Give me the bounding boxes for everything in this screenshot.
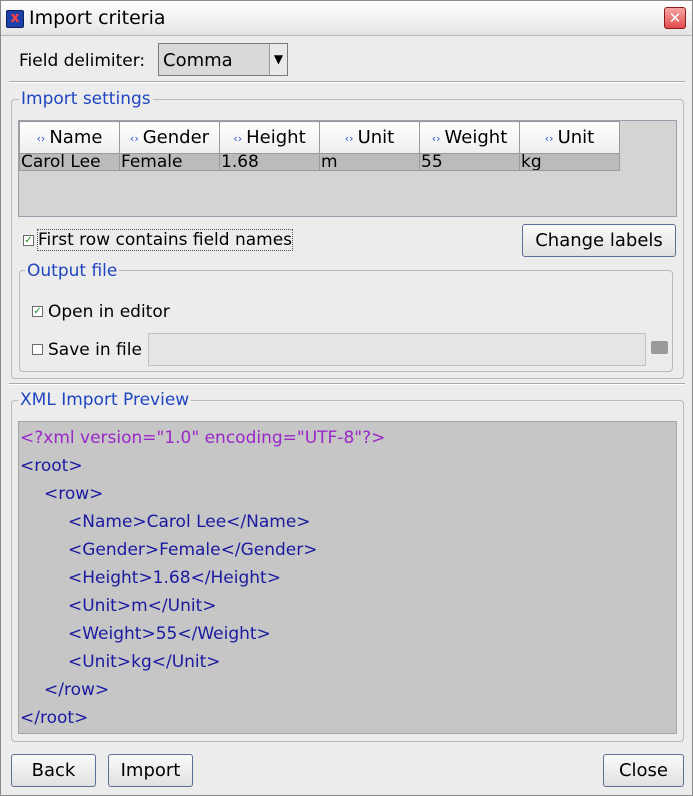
field-delimiter-value: Comma [163, 50, 233, 71]
sort-icon: ‹› [344, 131, 354, 145]
column-header-label: Gender [142, 127, 210, 148]
column-header-label: Unit [357, 127, 395, 148]
xml-line: <Unit>kg</Unit> [68, 652, 221, 672]
folder-icon[interactable] [651, 341, 668, 354]
title-bar[interactable]: x Import criteria ✕ [1, 1, 692, 36]
xml-line: <Gender>Female</Gender> [68, 540, 318, 560]
column-header[interactable]: ‹› Gender [119, 121, 220, 154]
column-header[interactable]: ‹› Height [219, 121, 320, 154]
xml-line: <Weight>55</Weight> [68, 624, 271, 644]
xml-line: <row> [44, 484, 104, 504]
table-row[interactable]: Carol Lee Female 1.68 m 55 kg [19, 153, 620, 171]
table-cell[interactable]: Female [119, 153, 220, 171]
column-header[interactable]: ‹› Name [19, 121, 120, 154]
open-in-editor-label[interactable]: Open in editor [48, 302, 170, 322]
change-labels-button[interactable]: Change labels [522, 224, 676, 257]
first-row-label[interactable]: First row contains field names [36, 229, 294, 251]
window-title: Import criteria [29, 7, 166, 29]
xml-declaration-line: <?xml version="1.0" encoding="UTF-8"?> [20, 428, 386, 448]
column-header-label: Unit [557, 127, 595, 148]
import-settings-legend: Import settings [19, 89, 153, 109]
table-cell[interactable]: m [319, 153, 420, 171]
sort-icon: ‹› [129, 131, 139, 145]
open-in-editor-checkbox[interactable]: ✓ [32, 306, 43, 317]
table-header-row: ‹› Name ‹› Gender ‹› Height ‹› Unit ‹› Weight ‹› Un… [19, 121, 620, 154]
sort-icon: ‹› [431, 131, 441, 145]
close-button[interactable]: Close [603, 754, 684, 787]
field-delimiter-select[interactable]: Comma ▼ [158, 43, 288, 76]
xml-preview-legend: XML Import Preview [18, 390, 192, 410]
back-button[interactable]: Back [11, 754, 96, 787]
xml-line: <root> [20, 456, 83, 476]
sort-icon: ‹› [36, 131, 46, 145]
import-table: ‹› Name ‹› Gender ‹› Height ‹› Unit ‹› Weight ‹› Un… [19, 121, 620, 171]
column-header-label: Weight [444, 127, 508, 148]
table-cell[interactable]: kg [519, 153, 620, 171]
table-cell[interactable]: 55 [419, 153, 520, 171]
xml-line: </root> [20, 708, 89, 728]
import-criteria-dialog: x Import criteria ✕ Field delimiter: Com… [0, 0, 693, 796]
column-header[interactable]: ‹› Unit [319, 121, 420, 154]
save-in-file-checkbox[interactable] [32, 344, 43, 355]
xml-line: <Unit>m</Unit> [68, 596, 217, 616]
app-icon: x [6, 10, 24, 28]
column-header[interactable]: ‹› Weight [419, 121, 520, 154]
save-in-file-label[interactable]: Save in file [48, 340, 142, 360]
xml-line: <Height>1.68</Height> [68, 568, 281, 588]
xml-preview-area[interactable]: <?xml version="1.0" encoding="UTF-8"?> <… [18, 421, 677, 734]
field-delimiter-label: Field delimiter: [19, 51, 146, 71]
sort-icon: ‹› [544, 131, 554, 145]
xml-line: <Name>Carol Lee</Name> [68, 512, 311, 532]
save-file-path-input[interactable] [148, 333, 646, 366]
divider [9, 81, 685, 83]
table-cell[interactable]: Carol Lee [19, 153, 120, 171]
table-cell[interactable]: 1.68 [219, 153, 320, 171]
import-button[interactable]: Import [108, 754, 193, 787]
first-row-checkbox[interactable]: ✓ [23, 235, 34, 246]
window-close-button[interactable]: ✕ [664, 7, 686, 29]
column-header-label: Name [49, 127, 103, 148]
chevron-down-icon[interactable]: ▼ [269, 44, 287, 75]
output-file-legend: Output file [25, 261, 120, 281]
xml-line: </row> [44, 680, 110, 700]
import-settings-table-area: ‹› Name ‹› Gender ‹› Height ‹› Unit ‹› Weight ‹› Un… [18, 120, 677, 217]
sort-icon: ‹› [233, 131, 243, 145]
table-body: Carol Lee Female 1.68 m 55 kg [19, 153, 620, 171]
column-header-label: Height [246, 127, 306, 148]
divider [9, 383, 685, 385]
column-header[interactable]: ‹› Unit [519, 121, 620, 154]
